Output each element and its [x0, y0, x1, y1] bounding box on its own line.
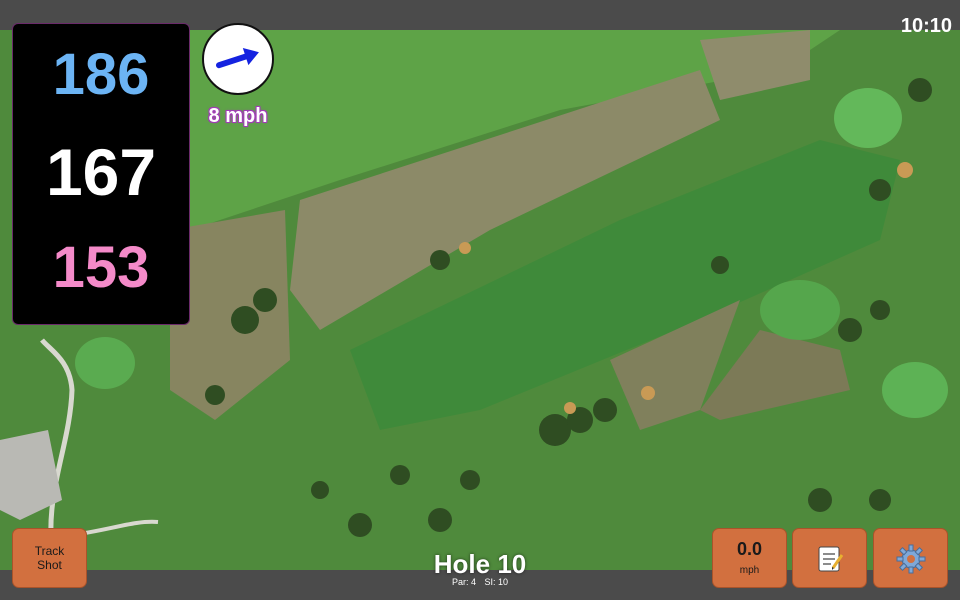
arrow-right-icon: [215, 47, 259, 69]
wind-speed: 8 mph: [208, 105, 268, 127]
distance-panel: 186 167 153: [12, 23, 190, 325]
gear-icon: [896, 544, 926, 574]
green-upper: [834, 88, 902, 148]
front-of-green-distance: 153: [52, 235, 150, 300]
hole-title: Hole 10: [433, 549, 527, 579]
speed-button[interactable]: 0.0 mph: [712, 528, 787, 588]
speed-value: 0.0: [736, 539, 763, 559]
green-middle-right: [760, 280, 840, 340]
green-right: [882, 362, 948, 418]
track-shot-label: Track Shot: [34, 544, 65, 572]
middle-of-green-distance: 167: [45, 135, 157, 209]
track-shot-button[interactable]: Track Shot: [12, 528, 87, 588]
hole-meta: Par: 4 SI: 10: [400, 577, 560, 588]
wind-direction-indicator: [202, 23, 274, 95]
notepad-icon: [818, 546, 844, 572]
par-label: Par: 4: [451, 577, 476, 587]
settings-button[interactable]: [873, 528, 948, 588]
stroke-index-label: SI: 10: [484, 577, 509, 587]
speed-unit: mph: [739, 565, 760, 576]
notes-button[interactable]: [792, 528, 867, 588]
back-of-green-distance: 186: [52, 42, 150, 107]
green-left: [75, 337, 135, 389]
golf-gps-screen: 10:10 186 167 153 8 mph Track Shot Hole …: [0, 0, 960, 600]
clock: 10:10: [900, 15, 952, 37]
